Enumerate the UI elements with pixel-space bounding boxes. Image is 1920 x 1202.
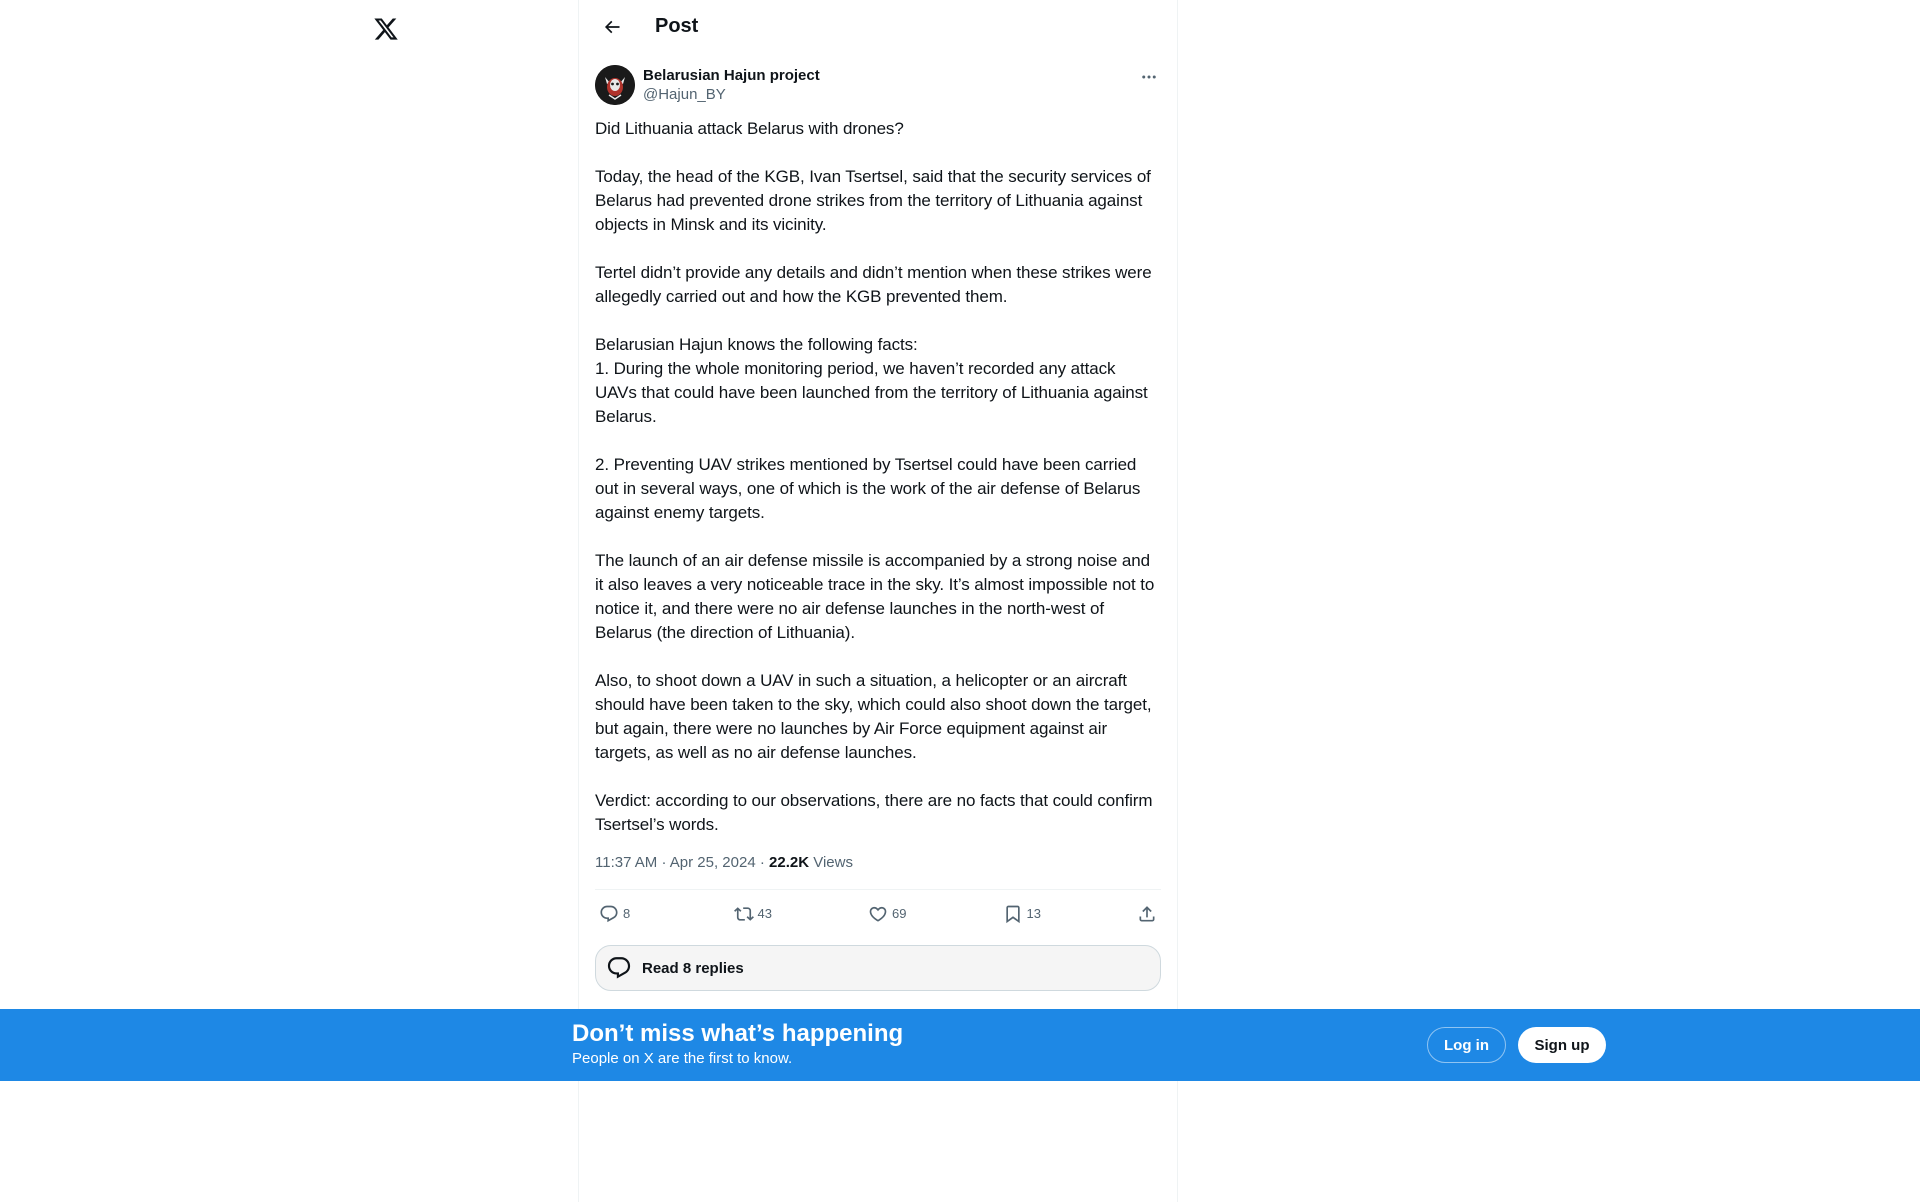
page-header: Post <box>579 0 1177 53</box>
post-author: Belarusian Hajun project @Hajun_BY <box>595 65 1161 105</box>
post-actions: 8 43 69 13 <box>595 889 1161 937</box>
reply-button[interactable]: 8 <box>599 904 679 924</box>
post-meta: 11:37 AM · Apr 25, 2024 · 22.2K Views <box>595 853 1161 873</box>
like-count: 69 <box>892 906 907 921</box>
page-title: Post <box>655 15 699 37</box>
banner-text: Don’t miss what’s happening People on X … <box>572 1019 903 1068</box>
bookmark-button[interactable]: 13 <box>1003 904 1083 924</box>
more-horizontal-icon <box>1142 75 1156 79</box>
repost-button[interactable]: 43 <box>733 904 814 924</box>
reply-count: 8 <box>623 906 631 921</box>
author-handle[interactable]: @Hajun_BY <box>643 85 820 104</box>
like-button[interactable]: 69 <box>868 904 948 924</box>
speech-bubble-icon <box>607 957 631 979</box>
signup-button[interactable]: Sign up <box>1518 1027 1606 1063</box>
author-display-name[interactable]: Belarusian Hajun project <box>643 66 820 85</box>
bookmark-icon <box>1005 905 1020 923</box>
read-replies-label: Read 8 replies <box>642 959 744 977</box>
read-replies-button[interactable]: Read 8 replies <box>595 945 1161 991</box>
repost-icon <box>733 906 754 921</box>
banner-title: Don’t miss what’s happening <box>572 1020 904 1047</box>
author-names: Belarusian Hajun project @Hajun_BY <box>643 66 820 104</box>
bookmark-count: 13 <box>1026 906 1041 921</box>
login-button[interactable]: Log in <box>1427 1027 1506 1063</box>
banner-buttons: Log in Sign up <box>1427 1027 1606 1063</box>
post-text: Did Lithuania attack Belarus with drones… <box>595 119 1155 834</box>
signup-banner: Don’t miss what’s happening People on X … <box>0 1009 1920 1081</box>
more-options-button[interactable] <box>1137 65 1161 89</box>
arrow-left-icon <box>604 20 620 33</box>
page: Post Belarusian Hajun project @Hajun_BY … <box>0 0 1920 1202</box>
share-button[interactable] <box>1137 904 1157 924</box>
banner-subtitle: People on X are the first to know. <box>572 1050 793 1067</box>
post-time[interactable]: 11:37 AM <box>595 854 657 871</box>
post-date[interactable]: Apr 25, 2024 <box>670 854 756 871</box>
repost-count: 43 <box>757 906 772 921</box>
views-count: 22.2K <box>769 854 810 871</box>
back-button[interactable] <box>595 10 629 44</box>
heart-icon <box>869 906 887 922</box>
share-icon <box>1139 905 1155 921</box>
meta-separator: · <box>759 854 765 871</box>
avatar[interactable] <box>595 65 635 105</box>
x-logo-icon[interactable] <box>369 12 403 46</box>
meta-separator: · <box>661 854 667 871</box>
views-label: Views <box>813 854 853 871</box>
post-article: Belarusian Hajun project @Hajun_BY Did L… <box>579 65 1177 991</box>
reply-icon <box>600 905 618 922</box>
